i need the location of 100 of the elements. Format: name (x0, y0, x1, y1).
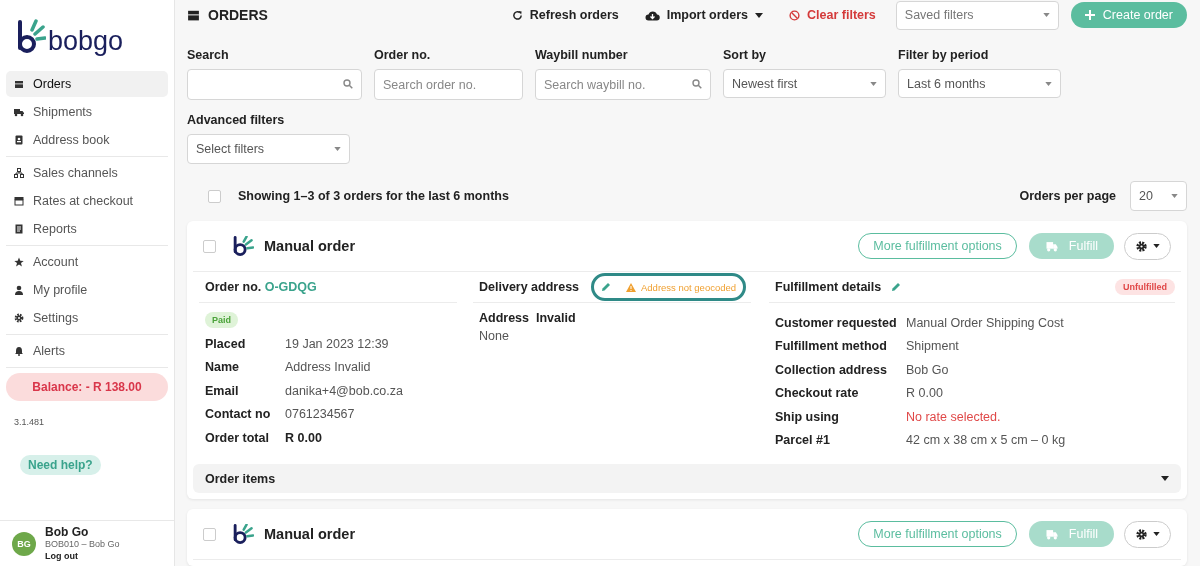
advanced-filters-select[interactable]: Select filters (187, 134, 350, 164)
detail-value: Address Invalid (285, 360, 371, 375)
detail-value: No rate selected. (906, 409, 1001, 424)
order-title: Manual order (264, 526, 356, 542)
detail-label: Contact no (205, 407, 272, 422)
detail-value: 0761234567 (285, 407, 355, 422)
truck-icon (14, 107, 24, 117)
filter-select[interactable]: Newest first (723, 69, 886, 98)
detail-value: Manual Order Shipping Cost (906, 315, 1064, 330)
pencil-icon[interactable] (891, 282, 902, 292)
per-page-select[interactable]: 20 (1130, 181, 1187, 211)
section-title: Delivery address (479, 280, 580, 294)
detail-value: R 0.00 (906, 386, 943, 401)
filter-input[interactable]: Search order no. (374, 69, 523, 100)
nav-item[interactable]: Rates at checkout (6, 188, 168, 214)
version-text: 3.1.481 (13, 416, 46, 427)
filter-input[interactable] (187, 69, 362, 100)
order-items-bar[interactable]: Order items (193, 464, 1181, 493)
page-title: ORDERS (208, 7, 268, 23)
detail-label: Placed (205, 336, 247, 351)
detail-value: danika+4@bob.co.za (285, 383, 403, 398)
detail-label: Checkout rate (775, 386, 860, 401)
results-summary: Showing 1–3 of 3 orders for the last 6 months (238, 189, 509, 203)
detail-value: Shipment (906, 339, 959, 354)
fulfillment-status-badge: Unfulfilled (1115, 279, 1175, 295)
section-title: Fulfillment details (775, 280, 882, 294)
per-page-label: Orders per page (1019, 189, 1116, 203)
select-all-checkbox[interactable] (208, 189, 221, 203)
refresh-icon (511, 9, 523, 21)
warning-icon (626, 282, 636, 292)
order-number: Order no. O-GDQG (205, 280, 317, 294)
payment-status-badge: Paid (205, 312, 238, 328)
search-icon (692, 79, 702, 89)
user-avatar: BG (12, 531, 36, 556)
settings-menu-button[interactable] (1124, 232, 1171, 260)
account-text: BOB010 – Bob Go (45, 537, 120, 550)
filter-label: Sort by (723, 48, 768, 62)
nav-item[interactable]: Orders (6, 71, 168, 97)
filter-label: Advanced filters (187, 113, 286, 127)
caret-icon (1171, 194, 1178, 198)
detail-label: Ship using (775, 409, 840, 424)
order-checkbox[interactable] (203, 527, 216, 541)
caret-icon (1045, 81, 1052, 86)
cloud-download-icon (644, 9, 660, 21)
nav-item[interactable]: Reports (6, 216, 168, 242)
logo-icon (232, 524, 254, 544)
detail-label: Customer requested (775, 315, 898, 330)
box-icon (187, 9, 200, 21)
detail-label: Order total (205, 430, 270, 445)
bell-icon (14, 346, 24, 356)
nav-item[interactable]: Alerts (6, 338, 168, 364)
caret-icon (755, 12, 764, 18)
nav-item[interactable]: Settings (6, 305, 168, 331)
report-icon (14, 224, 24, 234)
nav-item[interactable]: My profile (6, 277, 168, 303)
book-icon (14, 135, 24, 145)
detail-value: Bob Go (906, 362, 949, 377)
header-action[interactable]: Import orders (644, 8, 764, 22)
filter-input[interactable]: Search waybill no. (535, 69, 711, 100)
nav-item[interactable]: Sales channels (6, 160, 168, 186)
filter-select[interactable]: Last 6 months (898, 69, 1061, 98)
person-icon (14, 285, 24, 295)
address-name: Address Invalid (478, 311, 576, 325)
nav-item[interactable]: Account (6, 249, 168, 275)
logo-icon (16, 18, 46, 54)
header-action[interactable]: Refresh orders (511, 8, 619, 22)
detail-label: Email (205, 383, 240, 398)
pencil-icon[interactable] (601, 282, 612, 292)
store-icon (14, 196, 24, 206)
detail-label: Name (205, 360, 241, 375)
detail-value: 42 cm x 38 cm x 5 cm – 0 kg (906, 433, 1066, 448)
filter-label: Waybill number (535, 48, 629, 62)
logo-wordmark: bobgo (48, 28, 124, 54)
logout-link[interactable]: Log out (45, 549, 120, 562)
truck-icon (1044, 240, 1059, 252)
saved-filters-select[interactable]: Saved filters (895, 0, 1059, 30)
header-action[interactable]: Clear filters (789, 8, 876, 22)
detail-value: R 0.00 (285, 430, 322, 445)
caret-icon (1152, 244, 1160, 248)
settings-menu-button[interactable] (1124, 520, 1171, 548)
order-checkbox[interactable] (203, 239, 216, 253)
plus-icon (1084, 10, 1095, 20)
nav-item[interactable]: Address book (6, 127, 168, 153)
filter-label: Order no. (374, 48, 432, 62)
search-icon (343, 79, 353, 89)
balance-badge: Balance: - R 138.00 (6, 373, 168, 401)
caret-icon (1161, 476, 1169, 481)
ban-icon (789, 9, 801, 21)
detail-label: Parcel #1 (775, 433, 831, 448)
truck-icon (1044, 528, 1059, 540)
address-line: None (478, 329, 509, 343)
user-name: Bob Go (45, 525, 89, 538)
caret-icon (870, 81, 877, 86)
logo-icon (232, 236, 254, 256)
star-icon (14, 257, 24, 267)
detail-label: Fulfillment method (775, 339, 888, 354)
nav-item[interactable]: Shipments (6, 99, 168, 125)
filter-label: Filter by period (898, 48, 990, 62)
caret-icon (334, 147, 341, 151)
detail-label: Collection address (775, 362, 888, 377)
